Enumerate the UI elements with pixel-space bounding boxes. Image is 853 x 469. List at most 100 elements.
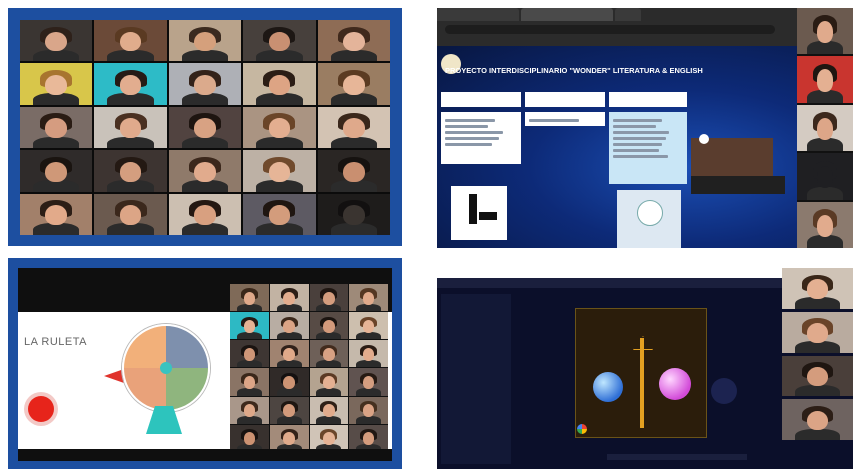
participant-video-tile[interactable] — [317, 20, 390, 62]
participant-sidebar — [782, 268, 853, 440]
participant-video-tile[interactable] — [243, 63, 316, 105]
participant-video-tile[interactable] — [20, 150, 93, 192]
participant-video-tile[interactable] — [168, 193, 242, 235]
participant-video-tile[interactable] — [230, 368, 269, 396]
participant-video-tile[interactable] — [243, 106, 316, 149]
participant-body — [807, 89, 843, 103]
participant-video-tile[interactable] — [309, 312, 349, 340]
participant-video-tile[interactable] — [797, 153, 853, 200]
post-card-image[interactable] — [451, 186, 507, 240]
video-call-panel-top-left — [8, 8, 402, 246]
participant-face — [194, 205, 216, 226]
figure-icon — [469, 194, 477, 224]
browser-tab-active[interactable] — [521, 8, 613, 21]
participant-video-tile[interactable] — [782, 399, 853, 440]
participant-face — [323, 291, 335, 305]
participant-video-tile[interactable] — [20, 106, 93, 149]
participant-video-tile[interactable] — [349, 368, 388, 396]
board-column-header[interactable] — [441, 92, 521, 107]
participant-video-tile[interactable] — [269, 284, 309, 312]
participant-video-tile[interactable] — [94, 20, 167, 62]
participant-video-tile[interactable] — [20, 193, 93, 235]
participant-video-tile[interactable] — [349, 284, 388, 312]
post-card-diagram[interactable] — [617, 190, 681, 248]
participant-video-tile[interactable] — [230, 424, 269, 452]
participant-video-tile[interactable] — [168, 106, 242, 149]
participant-video-tile[interactable] — [269, 396, 309, 424]
participant-video-tile[interactable] — [168, 63, 242, 105]
participant-face — [194, 118, 216, 139]
post-card[interactable] — [525, 112, 605, 126]
participant-video-tile[interactable] — [230, 284, 269, 312]
participant-video-tile[interactable] — [309, 424, 349, 452]
participant-video-tile[interactable] — [317, 63, 390, 105]
participant-face — [342, 205, 365, 226]
participant-video-tile[interactable] — [797, 8, 853, 55]
participant-video-tile[interactable] — [94, 150, 167, 192]
participant-video-tile[interactable] — [349, 396, 388, 424]
participant-body — [794, 384, 841, 397]
play-icon[interactable] — [699, 134, 709, 144]
participant-video-tile[interactable] — [168, 150, 242, 192]
participant-body — [330, 223, 377, 235]
participant-video-tile[interactable] — [168, 20, 242, 62]
record-button[interactable] — [28, 396, 54, 422]
participant-video-tile[interactable] — [230, 396, 269, 424]
participant-video-tile[interactable] — [797, 201, 853, 248]
participant-video-tile[interactable] — [782, 311, 853, 353]
participant-face — [194, 161, 216, 182]
participant-video-tile[interactable] — [269, 340, 309, 368]
slide-navigation-bar[interactable] — [607, 454, 747, 460]
participant-video-tile[interactable] — [230, 312, 269, 340]
participant-video-tile[interactable] — [243, 20, 316, 62]
participant-video-tile[interactable] — [782, 268, 853, 309]
participant-video-tile[interactable] — [349, 312, 388, 340]
participant-video-tile[interactable] — [797, 56, 853, 103]
participant-video-tile[interactable] — [269, 312, 309, 340]
participant-video-tile[interactable] — [94, 106, 167, 149]
participant-body — [330, 180, 377, 192]
browser-tab[interactable] — [437, 8, 519, 21]
participant-video-tile[interactable] — [349, 424, 388, 452]
participant-video-tile[interactable] — [309, 396, 349, 424]
participant-video-tile[interactable] — [20, 20, 93, 62]
post-card-highlighted[interactable] — [609, 112, 687, 184]
participant-body — [33, 136, 80, 149]
participant-body — [236, 331, 262, 340]
participant-video-tile[interactable] — [94, 193, 167, 235]
participant-video-tile[interactable] — [94, 63, 167, 105]
participant-body — [256, 180, 303, 192]
participant-video-tile[interactable] — [317, 106, 390, 149]
pink-sphere-button[interactable] — [659, 368, 691, 400]
participant-face — [362, 347, 375, 361]
participant-video-tile[interactable] — [317, 193, 390, 235]
participant-video-tile[interactable] — [20, 63, 93, 105]
participant-video-tile[interactable] — [230, 340, 269, 368]
roulette-wheel[interactable] — [122, 324, 210, 412]
participant-face — [806, 410, 829, 431]
board-column-header[interactable] — [525, 92, 605, 107]
ruleta-presentation-panel: LA RULETA — [8, 258, 402, 469]
participant-body — [33, 223, 80, 235]
participant-video-tile[interactable] — [309, 340, 349, 368]
participant-video-tile[interactable] — [269, 424, 309, 452]
participant-video-tile[interactable] — [317, 150, 390, 192]
participant-video-tile[interactable] — [782, 355, 853, 397]
post-card[interactable] — [441, 112, 521, 164]
participant-face — [323, 376, 335, 390]
address-bar[interactable] — [445, 25, 775, 34]
participant-video-tile[interactable] — [309, 284, 349, 312]
participant-face — [323, 347, 335, 361]
participant-video-tile[interactable] — [797, 104, 853, 152]
participant-video-tile[interactable] — [349, 340, 388, 368]
participant-face — [283, 319, 295, 333]
participant-video-tile[interactable] — [269, 368, 309, 396]
new-tab-button[interactable] — [615, 8, 641, 21]
participant-video-tile[interactable] — [243, 193, 316, 235]
blue-sphere-button[interactable] — [593, 372, 623, 402]
participant-video-tile[interactable] — [309, 368, 349, 396]
board-column-header[interactable] — [609, 92, 687, 107]
participant-video-tile[interactable] — [243, 150, 316, 192]
participant-face — [119, 74, 142, 95]
wheel-pointer-icon — [104, 369, 124, 383]
